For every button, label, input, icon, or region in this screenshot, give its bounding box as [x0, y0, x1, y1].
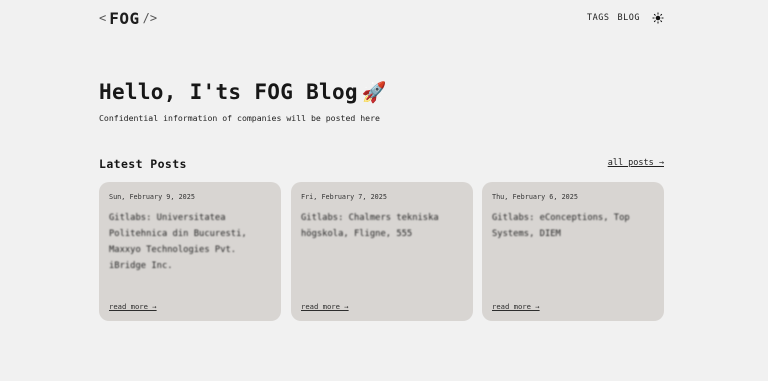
posts-grid: Sun, February 9, 2025 Gitlabs: Universit…: [99, 182, 664, 321]
main-nav: TAGS BLOG: [587, 7, 664, 29]
post-card[interactable]: Fri, February 7, 2025 Gitlabs: Chalmers …: [291, 182, 473, 321]
site-header: < FOG /> TAGS BLOG: [99, 7, 664, 29]
page: < FOG /> TAGS BLOG Hello, I'ts FOG Blog …: [0, 0, 768, 381]
post-card[interactable]: Thu, February 6, 2025 Gitlabs: eConcepti…: [482, 182, 664, 321]
read-more-link[interactable]: read more →: [301, 302, 349, 311]
post-date: Fri, February 7, 2025: [301, 193, 387, 201]
logo-text: FOG: [109, 8, 140, 28]
logo-left-bracket: <: [99, 11, 107, 25]
post-date: Thu, February 6, 2025: [492, 193, 578, 201]
hero-title-text: Hello, I'ts FOG Blog: [99, 80, 358, 104]
post-card[interactable]: Sun, February 9, 2025 Gitlabs: Universit…: [99, 182, 281, 321]
read-more-link[interactable]: read more →: [492, 302, 540, 311]
post-date: Sun, February 9, 2025: [109, 193, 195, 201]
logo-right-bracket: />: [142, 11, 158, 25]
site-logo-link[interactable]: < FOG />: [99, 7, 157, 29]
hero-title: Hello, I'ts FOG Blog 🚀: [99, 80, 387, 104]
post-title[interactable]: Gitlabs: Chalmers tekniska högskola, Fli…: [301, 210, 463, 242]
post-title[interactable]: Gitlabs: eConceptions, Top Systems, DIEM: [492, 210, 654, 242]
all-posts-link[interactable]: all posts →: [608, 158, 664, 168]
hero-subtitle: Confidential information of companies wi…: [99, 113, 380, 123]
nav-blog-link[interactable]: BLOG: [618, 13, 640, 23]
nav-tags-link[interactable]: TAGS: [587, 13, 609, 23]
sun-icon[interactable]: [652, 12, 664, 24]
latest-posts-heading: Latest Posts: [99, 157, 187, 171]
read-more-link[interactable]: read more →: [109, 302, 157, 311]
post-title[interactable]: Gitlabs: Universitatea Politehnica din B…: [109, 210, 271, 274]
rocket-icon: 🚀: [361, 80, 388, 104]
